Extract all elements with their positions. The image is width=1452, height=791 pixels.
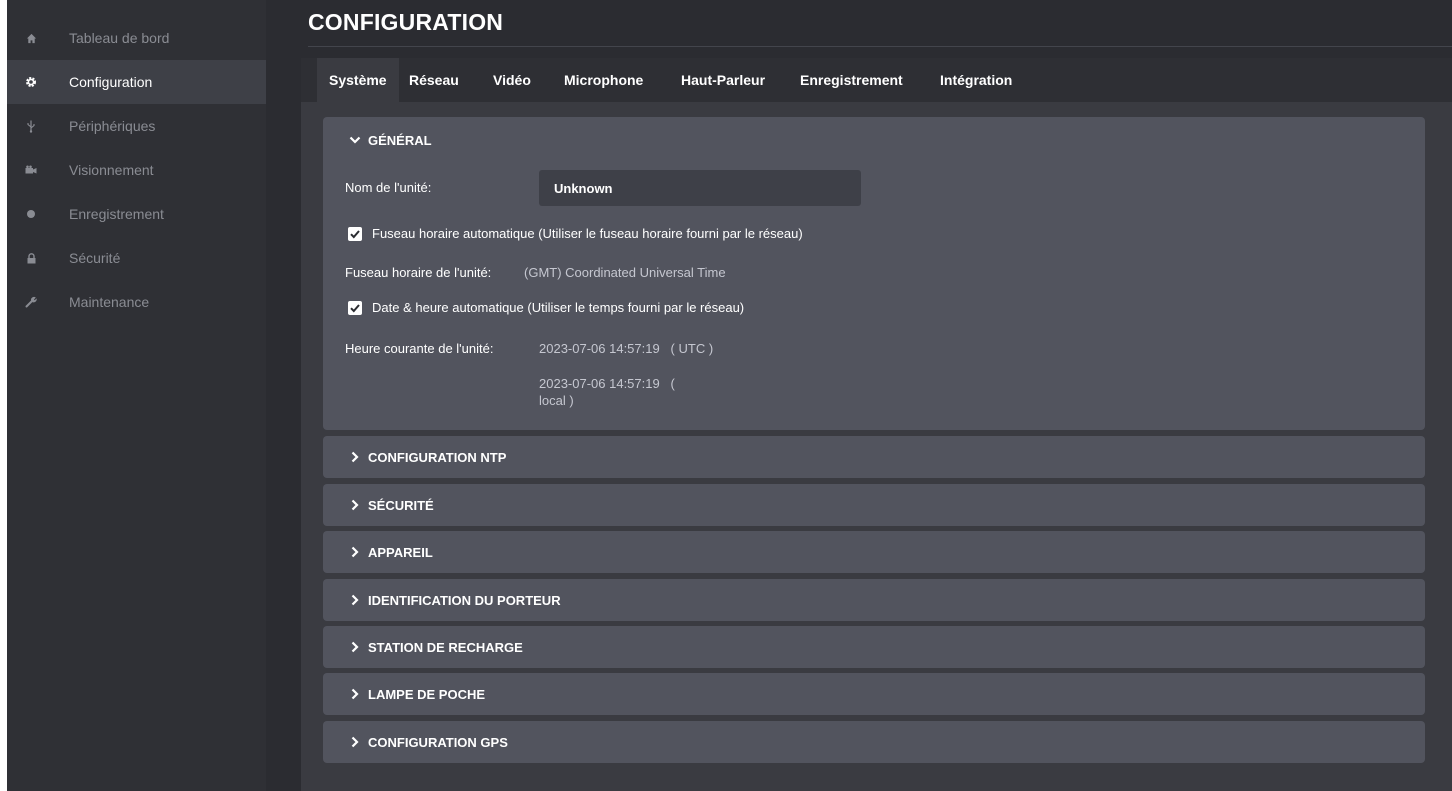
tab-haut-parleur[interactable]: Haut-Parleur [669,58,777,102]
sidebar-item-recording[interactable]: Enregistrement [7,192,266,236]
section-title: LAMPE DE POCHE [368,686,486,702]
camera-icon [24,163,38,177]
app-window: Tableau de bord Configuration Périphériq… [7,0,1452,791]
auto-datetime-checkbox[interactable] [348,301,362,315]
section-header[interactable]: LAMPE DE POCHE [349,673,485,715]
sidebar-item-dashboard[interactable]: Tableau de bord [7,16,266,60]
section-header[interactable]: STATION DE RECHARGE [349,626,523,668]
section-station-recharge[interactable]: STATION DE RECHARGE [323,626,1425,668]
section-header[interactable]: CONFIGURATION GPS [349,721,508,763]
wrench-icon [24,295,38,309]
sidebar-item-label: Périphériques [69,118,156,134]
section-header[interactable]: IDENTIFICATION DU PORTEUR [349,579,561,621]
current-time-local-line1: 2023-07-06 14:57:19 ( [539,376,675,391]
section-ntp[interactable]: CONFIGURATION NTP [323,436,1425,478]
tab-video[interactable]: Vidéo [481,58,543,102]
section-header[interactable]: SÉCURITÉ [349,484,434,526]
sidebar-item-viewing[interactable]: Visionnement [7,148,266,192]
page-title: CONFIGURATION [308,9,504,35]
sidebar-item-label: Tableau de bord [69,30,170,46]
current-time-utc: 2023-07-06 14:57:19 ( UTC ) [539,341,714,356]
general-panel: GÉNÉRAL Nom de l'unité: Unknown Fuseau h… [323,117,1425,430]
tab-enregistrement[interactable]: Enregistrement [788,58,915,102]
current-time-label: Heure courante de l'unité: [345,341,494,356]
general-panel-title: GÉNÉRAL [368,132,432,148]
tab-reseau[interactable]: Réseau [397,58,471,102]
chevron-right-icon [351,641,359,653]
section-title: APPAREIL [368,544,433,560]
chevron-right-icon [351,546,359,558]
tab-integration[interactable]: Intégration [928,58,1024,102]
gear-icon [24,75,38,89]
section-gps[interactable]: CONFIGURATION GPS [323,721,1425,763]
general-panel-header[interactable]: GÉNÉRAL [349,117,432,163]
home-icon [24,31,38,45]
sidebar-item-maintenance[interactable]: Maintenance [7,280,266,324]
usb-icon [24,119,38,133]
checkmark-icon [350,304,360,313]
section-appareil[interactable]: APPAREIL [323,531,1425,573]
sidebar-item-label: Maintenance [69,294,150,310]
auto-timezone-checkbox[interactable] [348,227,362,241]
lock-icon [24,251,38,265]
section-title: CONFIGURATION NTP [368,449,507,465]
tab-microphone[interactable]: Microphone [552,58,655,102]
chevron-down-icon [349,136,361,144]
sidebar-item-label: Enregistrement [69,206,164,222]
section-title: SÉCURITÉ [368,497,434,513]
section-header[interactable]: APPAREIL [349,531,433,573]
section-identification-porteur[interactable]: IDENTIFICATION DU PORTEUR [323,579,1425,621]
section-title: CONFIGURATION GPS [368,734,508,750]
chevron-right-icon [351,499,359,511]
unit-name-label: Nom de l'unité: [345,180,432,195]
sidebar-item-label: Sécurité [69,250,121,266]
section-securite[interactable]: SÉCURITÉ [323,484,1425,526]
sidebar-item-security[interactable]: Sécurité [7,236,266,280]
unit-name-input[interactable]: Unknown [539,170,861,206]
auto-timezone-label: Fuseau horaire automatique (Utiliser le … [372,226,803,241]
sidebar-item-label: Configuration [69,74,153,90]
chevron-right-icon [351,688,359,700]
chevron-right-icon [351,736,359,748]
section-title: STATION DE RECHARGE [368,639,523,655]
tab-systeme[interactable]: Système [317,58,399,102]
sidebar-item-label: Visionnement [69,162,154,178]
chevron-right-icon [351,594,359,606]
section-header[interactable]: CONFIGURATION NTP [349,436,506,478]
auto-datetime-label: Date & heure automatique (Utiliser le te… [372,300,745,315]
current-time-local-line2: local ) [539,393,574,408]
sidebar-item-peripherals[interactable]: Périphériques [7,104,266,148]
record-icon [24,207,38,221]
section-title: IDENTIFICATION DU PORTEUR [368,592,561,608]
checkmark-icon [350,230,360,239]
tab-bar: Système Réseau Vidéo Microphone Haut-Par… [301,58,1452,102]
main-content: Système Réseau Vidéo Microphone Haut-Par… [301,58,1452,791]
timezone-value: (GMT) Coordinated Universal Time [524,265,726,280]
timezone-label: Fuseau horaire de l'unité: [345,265,492,280]
sidebar-item-configuration[interactable]: Configuration [7,60,266,104]
title-divider [308,46,1452,47]
sidebar: Tableau de bord Configuration Périphériq… [7,0,266,791]
chevron-right-icon [351,451,359,463]
section-lampe-poche[interactable]: LAMPE DE POCHE [323,673,1425,715]
